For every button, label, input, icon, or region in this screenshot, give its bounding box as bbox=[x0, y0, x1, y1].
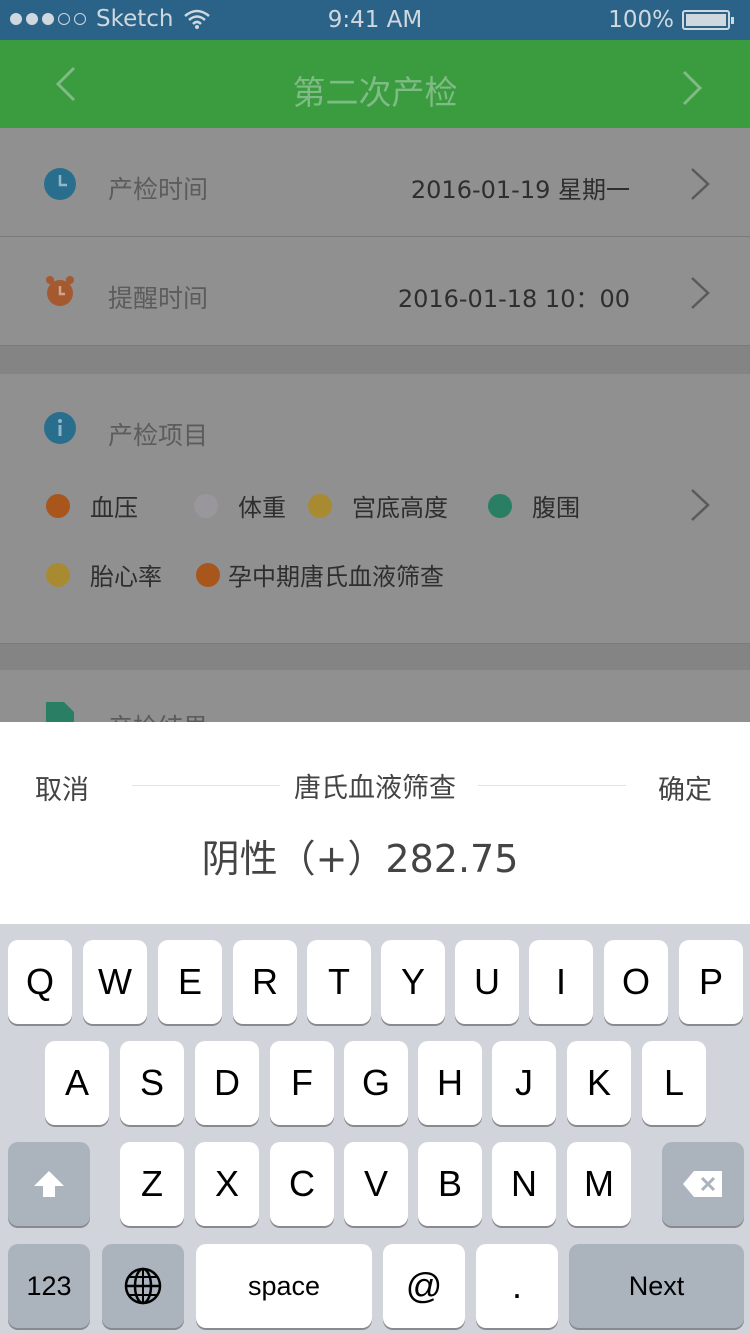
exam-item: 孕中期唐氏血液筛查 bbox=[196, 557, 444, 592]
exam-item-label: 腹围 bbox=[532, 494, 580, 522]
section-divider bbox=[0, 644, 750, 670]
status-right: 100% bbox=[608, 7, 734, 33]
status-dot bbox=[488, 493, 512, 518]
key-c[interactable]: C bbox=[270, 1142, 334, 1226]
key-k[interactable]: K bbox=[567, 1041, 631, 1125]
status-dot bbox=[194, 493, 218, 518]
status-dot bbox=[196, 562, 220, 587]
key-q[interactable]: Q bbox=[8, 940, 72, 1024]
key-y[interactable]: Y bbox=[381, 940, 445, 1024]
key-d[interactable]: D bbox=[195, 1041, 259, 1125]
key-z[interactable]: Z bbox=[120, 1142, 184, 1226]
exam-result-row[interactable]: 产检结果 bbox=[0, 670, 750, 730]
battery-percent: 100% bbox=[608, 7, 674, 33]
globe-icon bbox=[124, 1267, 162, 1305]
key-a[interactable]: A bbox=[45, 1041, 109, 1125]
next-key[interactable]: Next bbox=[569, 1244, 744, 1328]
result-picker: 取消 唐氏血液筛查 确定 阴性（+）282.75 bbox=[0, 722, 750, 924]
exam-item-label: 体重 bbox=[238, 494, 286, 522]
key-g[interactable]: G bbox=[344, 1041, 408, 1125]
exam-time-value: 2016-01-19 星期一 bbox=[410, 176, 630, 204]
key-v[interactable]: V bbox=[344, 1142, 408, 1226]
exam-items-row[interactable]: 产检项目 血压 体重 宫底高度 腹围 胎心率 孕中期唐氏血液筛查 bbox=[0, 374, 750, 644]
exam-item: 腹围 bbox=[488, 488, 580, 523]
at-key[interactable]: @ bbox=[383, 1244, 465, 1328]
dot-key[interactable]: . bbox=[476, 1244, 558, 1328]
space-key[interactable]: space bbox=[196, 1244, 372, 1328]
key-e[interactable]: E bbox=[158, 940, 222, 1024]
key-r[interactable]: R bbox=[233, 940, 297, 1024]
page-title: 第二次产检 bbox=[292, 73, 458, 112]
info-icon bbox=[44, 412, 76, 444]
shift-key[interactable] bbox=[8, 1142, 90, 1226]
exam-item: 血压 bbox=[46, 488, 138, 523]
chevron-right-icon bbox=[691, 489, 710, 521]
exam-item: 宫底高度 bbox=[308, 488, 448, 523]
exam-time-row[interactable]: 产检时间 2016-01-19 星期一 bbox=[0, 128, 750, 237]
exam-item-label: 胎心率 bbox=[90, 563, 162, 591]
key-o[interactable]: O bbox=[604, 940, 668, 1024]
section-divider bbox=[0, 346, 750, 374]
key-p[interactable]: P bbox=[679, 940, 743, 1024]
key-x[interactable]: X bbox=[195, 1142, 259, 1226]
key-l[interactable]: L bbox=[642, 1041, 706, 1125]
shift-icon bbox=[34, 1171, 64, 1197]
key-b[interactable]: B bbox=[418, 1142, 482, 1226]
numbers-key[interactable]: 123 bbox=[8, 1244, 90, 1328]
keyboard: Q W E R T Y U I O P A S D F G H J K L Z … bbox=[0, 924, 750, 1334]
chevron-right-icon[interactable] bbox=[674, 68, 710, 108]
status-bar: Sketch 9:41 AM 100% bbox=[0, 0, 750, 40]
clock-icon bbox=[44, 168, 76, 200]
exam-item: 胎心率 bbox=[46, 557, 162, 592]
exam-item-label: 宫底高度 bbox=[352, 494, 448, 522]
status-dot bbox=[46, 493, 70, 518]
key-n[interactable]: N bbox=[492, 1142, 556, 1226]
reminder-time-row[interactable]: 提醒时间 2016-01-18 10：00 bbox=[0, 237, 750, 346]
confirm-button[interactable]: 确定 bbox=[658, 768, 712, 807]
delete-key[interactable] bbox=[662, 1142, 744, 1226]
exam-items-label: 产检项目 bbox=[108, 421, 209, 450]
exam-item-label: 孕中期唐氏血液筛查 bbox=[228, 563, 444, 591]
key-j[interactable]: J bbox=[492, 1041, 556, 1125]
key-h[interactable]: H bbox=[418, 1041, 482, 1125]
key-s[interactable]: S bbox=[120, 1041, 184, 1125]
reminder-time-value: 2016-01-18 10：00 bbox=[397, 285, 630, 313]
picker-title: 唐氏血液筛查 bbox=[294, 773, 456, 804]
exam-item: 体重 bbox=[194, 488, 286, 523]
status-dot bbox=[308, 493, 332, 518]
alarm-clock-icon bbox=[46, 276, 74, 306]
key-i[interactable]: I bbox=[529, 940, 593, 1024]
key-u[interactable]: U bbox=[455, 940, 519, 1024]
backspace-icon bbox=[683, 1171, 722, 1197]
chevron-right-icon bbox=[691, 277, 710, 309]
chevron-right-icon bbox=[691, 168, 710, 200]
key-w[interactable]: W bbox=[83, 940, 147, 1024]
exam-time-label: 产检时间 bbox=[108, 175, 209, 204]
key-f[interactable]: F bbox=[270, 1041, 334, 1125]
navigation-bar: 第二次产检 bbox=[0, 40, 750, 128]
key-t[interactable]: T bbox=[307, 940, 371, 1024]
status-dot bbox=[46, 562, 70, 587]
battery-icon bbox=[682, 10, 734, 30]
globe-key[interactable] bbox=[102, 1244, 184, 1328]
result-value-input[interactable]: 阴性（+）282.75 bbox=[0, 828, 720, 883]
key-m[interactable]: M bbox=[567, 1142, 631, 1226]
reminder-time-label: 提醒时间 bbox=[108, 284, 209, 313]
exam-item-label: 血压 bbox=[90, 494, 138, 522]
